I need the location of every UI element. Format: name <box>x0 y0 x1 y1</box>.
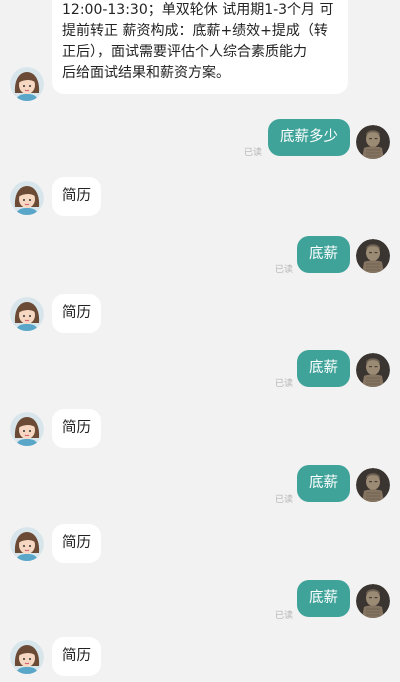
message-row: 已读 底薪 <box>0 580 400 621</box>
message-row: 简历 <box>0 294 400 334</box>
message-row: 已读 底薪多少 <box>0 118 400 158</box>
message-bubble-outgoing[interactable]: 底薪 <box>297 350 350 387</box>
read-status: 已读 <box>274 495 293 505</box>
message-bubble-incoming[interactable]: 12:00-13:30；单双轮休 试用期1-3个月 可 提前转正 薪资构成：底薪… <box>52 0 348 94</box>
message-line: 正后），面试需要评估个人综合素质能力 <box>62 44 307 60</box>
message-bubble-outgoing[interactable]: 底薪 <box>297 580 350 617</box>
message-row: 简历 <box>0 409 400 449</box>
contact-avatar[interactable] <box>10 640 44 674</box>
contact-avatar[interactable] <box>10 67 44 101</box>
read-status: 已读 <box>243 148 262 158</box>
read-status: 已读 <box>274 611 293 621</box>
user-avatar[interactable] <box>356 353 390 387</box>
message-row: 简历 <box>0 177 400 217</box>
user-avatar[interactable] <box>356 584 390 618</box>
message-bubble-outgoing[interactable]: 底薪 <box>297 465 350 502</box>
message-line: 后给面试结果和薪资方案。 <box>62 65 230 81</box>
contact-avatar[interactable] <box>10 181 44 215</box>
message-bubble-incoming[interactable]: 简历 <box>52 294 101 333</box>
message-bubble-incoming[interactable]: 简历 <box>52 637 101 676</box>
contact-avatar[interactable] <box>10 412 44 446</box>
message-bubble-outgoing[interactable]: 底薪多少 <box>268 119 350 156</box>
message-row: 简历 <box>0 524 400 564</box>
message-bubble-incoming[interactable]: 简历 <box>52 177 101 216</box>
message-line: 12:00-13:30；单双轮休 试用期1-3个月 可 <box>62 2 334 18</box>
contact-avatar[interactable] <box>10 297 44 331</box>
message-row: 已读 底薪 <box>0 464 400 505</box>
read-status: 已读 <box>274 265 293 275</box>
message-row: 12:00-13:30；单双轮休 试用期1-3个月 可 提前转正 薪资构成：底薪… <box>0 0 400 100</box>
message-bubble-incoming[interactable]: 简历 <box>52 524 101 563</box>
message-row: 简历 <box>0 637 400 677</box>
message-row: 已读 底薪 <box>0 234 400 275</box>
contact-avatar[interactable] <box>10 527 44 561</box>
message-bubble-incoming[interactable]: 简历 <box>52 409 101 448</box>
read-status: 已读 <box>274 379 293 389</box>
message-line: 提前转正 薪资构成：底薪+绩效+提成（转 <box>62 23 328 39</box>
user-avatar[interactable] <box>356 125 390 159</box>
message-row: 已读 底薪 <box>0 349 400 389</box>
user-avatar[interactable] <box>356 468 390 502</box>
user-avatar[interactable] <box>356 239 390 273</box>
message-bubble-outgoing[interactable]: 底薪 <box>297 236 350 273</box>
